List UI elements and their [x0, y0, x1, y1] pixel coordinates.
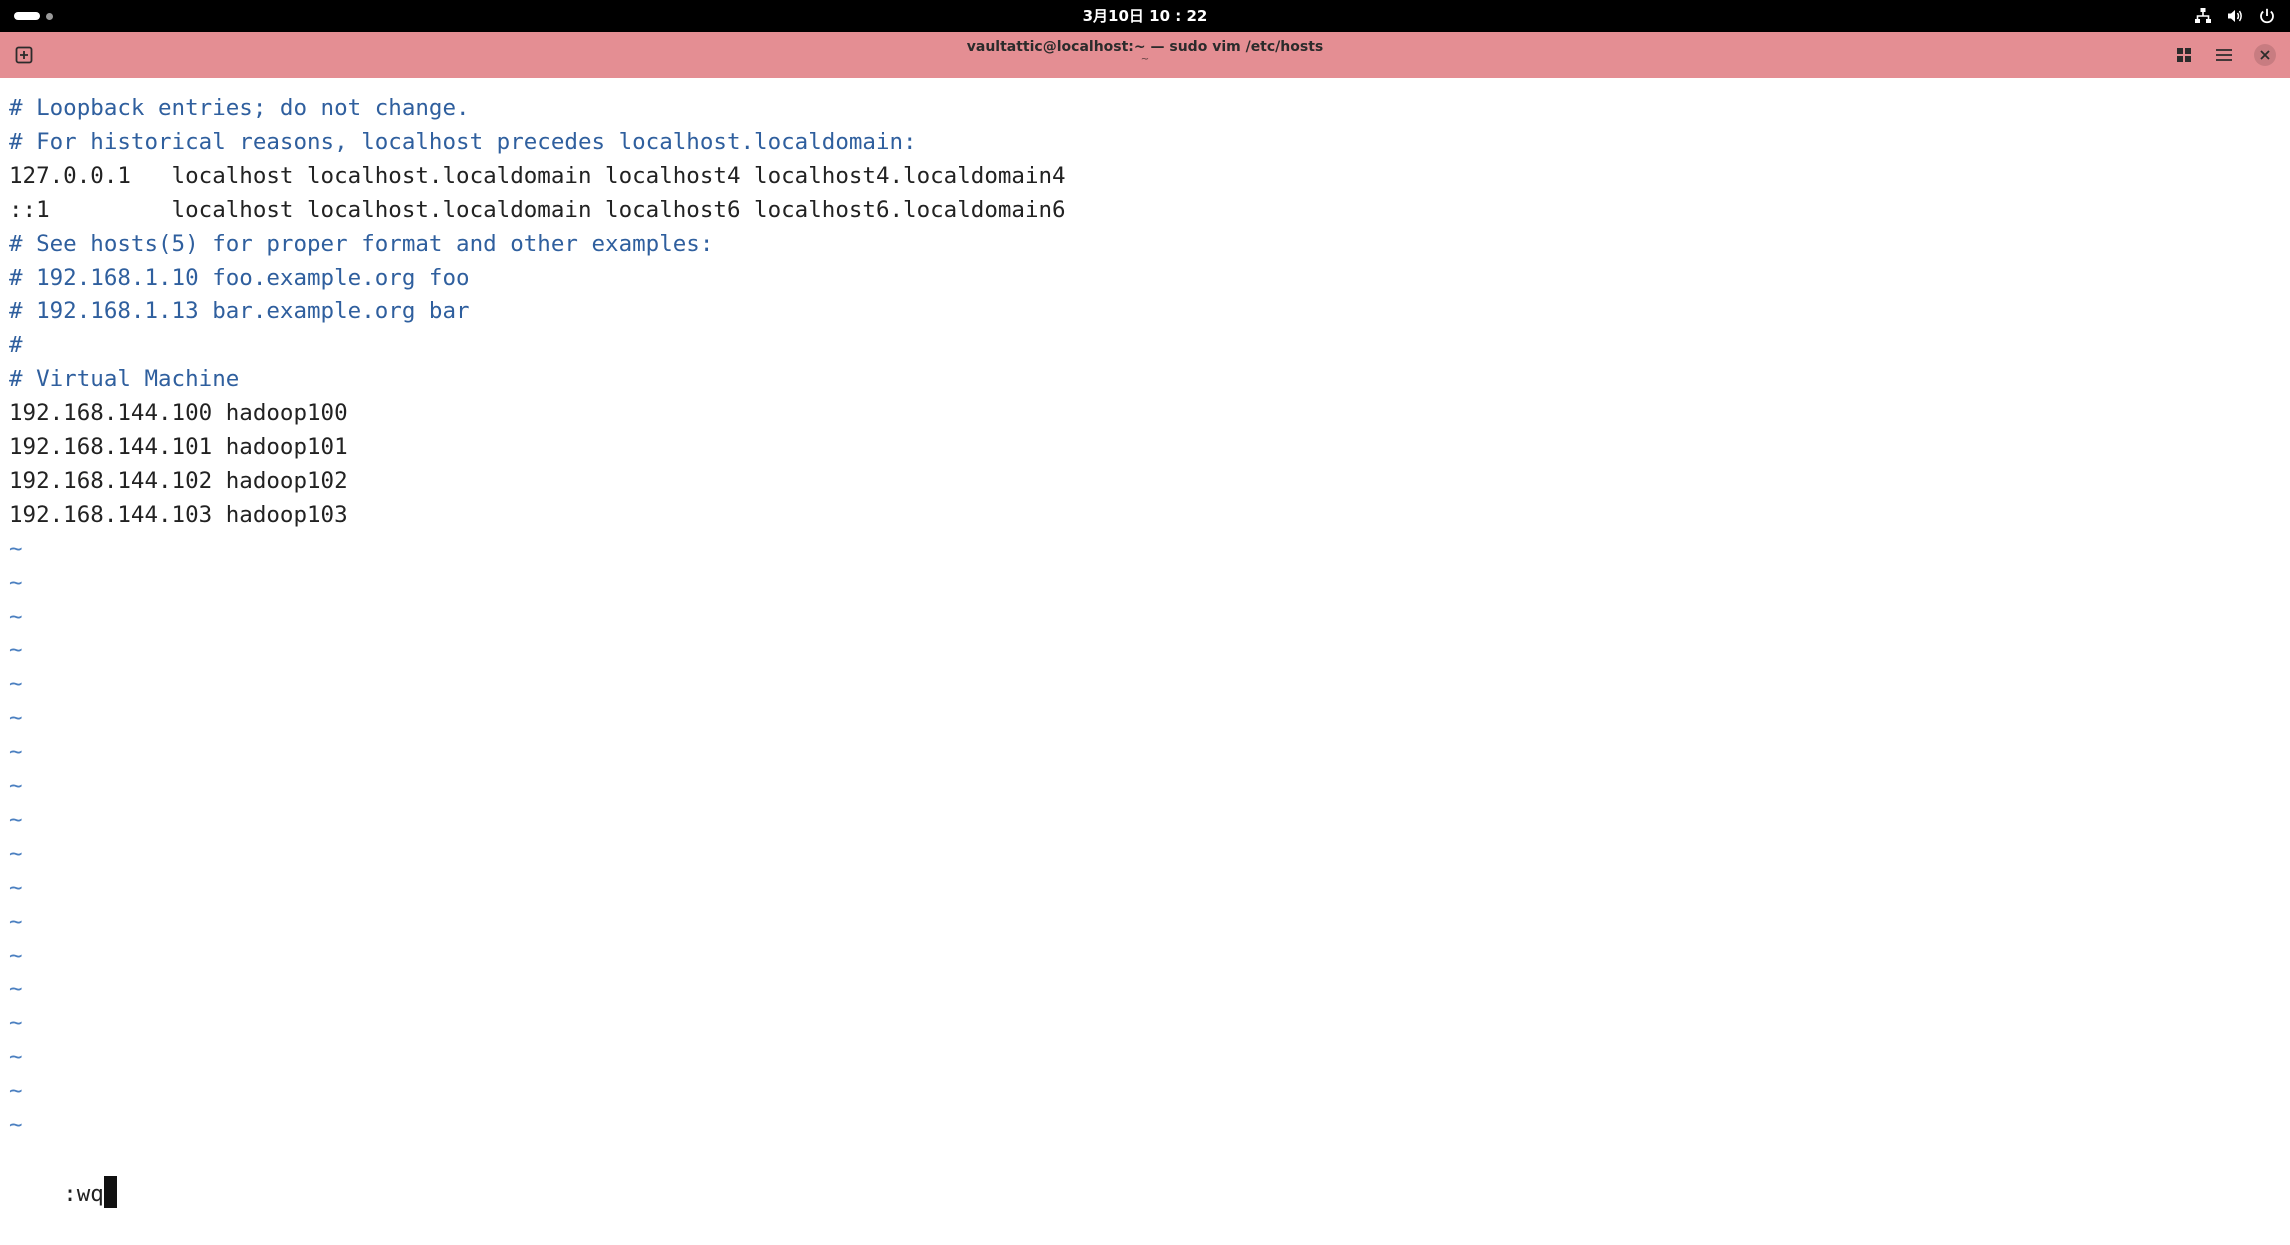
empty-line-marker: ~ [9, 806, 23, 833]
grid-view-icon [2177, 48, 2191, 62]
buffer-line: 192.168.144.102 hadoop102 [9, 467, 348, 494]
power-icon [2258, 7, 2276, 25]
empty-line-marker: ~ [9, 840, 23, 867]
buffer-line: # See hosts(5) for proper format and oth… [9, 230, 714, 257]
clock[interactable]: 3月10日 10 : 22 [0, 0, 2290, 32]
terminal-content[interactable]: # Loopback entries; do not change. # For … [0, 78, 2290, 1208]
clock-label: 3月10日 10 : 22 [1082, 7, 1208, 25]
window-controls [2174, 32, 2276, 78]
buffer-line: 192.168.144.100 hadoop100 [9, 400, 348, 427]
empty-line-marker: ~ [9, 671, 23, 698]
empty-line-marker: ~ [9, 874, 23, 901]
empty-line-marker: ~ [9, 1044, 23, 1071]
menu-button[interactable] [2214, 45, 2234, 65]
volume-icon [2226, 7, 2244, 25]
empty-line-marker: ~ [9, 603, 23, 630]
empty-line-marker: ~ [9, 773, 23, 799]
window-title-text: vaultattic@localhost:~ — sudo vim /etc/h… [966, 39, 1324, 55]
system-tray[interactable] [2194, 0, 2276, 32]
grid-view-button[interactable] [2174, 45, 2194, 65]
empty-line-marker: ~ [9, 535, 23, 562]
empty-line-marker: ~ [9, 1112, 23, 1138]
empty-line-marker: ~ [9, 739, 23, 766]
buffer-line: # For historical reasons, localhost prec… [9, 128, 917, 155]
empty-line-marker: ~ [9, 569, 23, 596]
terminal-titlebar: vaultattic@localhost:~ — sudo vim /etc/h… [0, 32, 2290, 78]
buffer-line: # [9, 332, 23, 359]
buffer-line: 192.168.144.103 hadoop103 [9, 501, 348, 528]
buffer-line: # Virtual Machine [9, 366, 240, 393]
empty-line-marker: ~ [9, 705, 23, 732]
empty-line-marker: ~ [9, 1078, 23, 1105]
buffer-line: 127.0.0.1 localhost localhost.localdomai… [9, 162, 1066, 189]
close-button[interactable] [2254, 44, 2276, 66]
network-icon [2194, 7, 2212, 25]
close-icon [2260, 50, 2270, 60]
empty-line-marker: ~ [9, 908, 23, 935]
buffer-line: # 192.168.1.13 bar.example.org bar [9, 298, 470, 325]
buffer-line: ::1 localhost localhost.localdomain loca… [9, 196, 1066, 223]
empty-line-marker: ~ [9, 976, 23, 1003]
menu-icon [2216, 49, 2232, 61]
empty-line-marker: ~ [9, 637, 23, 664]
buffer-line: # 192.168.1.10 foo.example.org foo [9, 264, 470, 291]
empty-line-marker: ~ [9, 942, 23, 969]
text-cursor [103, 1175, 117, 1208]
empty-line-marker: ~ [9, 1010, 23, 1037]
window-subtitle: ~ [1140, 54, 1150, 65]
buffer-line: # Loopback entries; do not change. [9, 95, 470, 121]
vim-command-line[interactable]: :wq [9, 1142, 117, 1208]
system-top-bar: 3月10日 10 : 22 [0, 0, 2290, 32]
buffer-line: 192.168.144.101 hadoop101 [9, 434, 348, 460]
command-text: :wq [63, 1180, 104, 1207]
